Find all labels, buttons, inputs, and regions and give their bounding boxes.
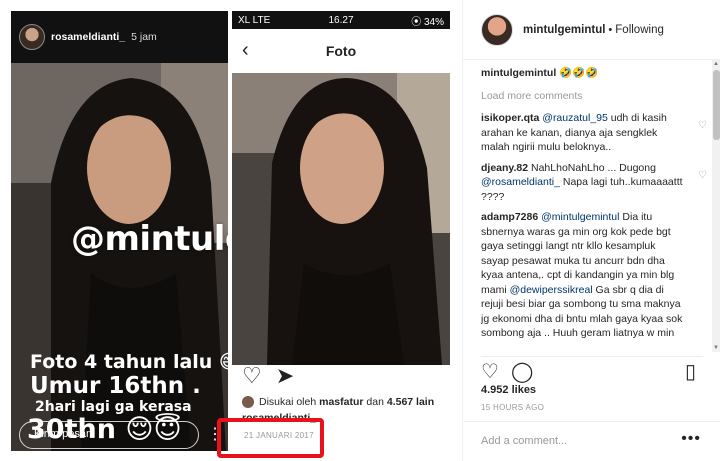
page-title: Foto: [325, 43, 357, 59]
avatar[interactable]: [19, 24, 45, 50]
more-options-icon[interactable]: •••: [681, 430, 701, 448]
separator-dot: •: [608, 23, 613, 36]
comment-user[interactable]: djeany.82: [481, 162, 528, 174]
caption-user[interactable]: mintulgemintul: [481, 67, 556, 79]
following-button[interactable]: Following: [615, 24, 664, 36]
liked-prefix: Disukai oleh: [259, 396, 317, 408]
comment-mention[interactable]: @dewiperssikreal: [510, 284, 593, 296]
avatar: [242, 396, 254, 408]
post-actions: ♡ ➤: [242, 363, 294, 389]
heart-icon[interactable]: ♡: [481, 359, 499, 384]
post-detail-panel: mintulgemintul • Following mintulgemintu…: [462, 0, 720, 461]
scrollbar-thumb[interactable]: [713, 70, 720, 140]
post-header: mintulgemintul • Following: [463, 0, 720, 60]
post-timestamp: 15 HOURS AGO: [481, 403, 545, 412]
story-overlay-text: @mintulgemintul: [71, 219, 228, 259]
comments-list: mintulgemintul 🤣🤣🤣 Load more comments is…: [481, 66, 707, 354]
post-action-bar: ♡ ◯ ▯: [481, 356, 703, 383]
story-caption-line: Foto 4 tahun lalu 😅: [30, 351, 228, 373]
heart-icon[interactable]: ♡: [242, 363, 262, 389]
comment-text: NahLhoNahLho ... Dugong: [528, 161, 656, 174]
comment-user[interactable]: isikoper.qta: [481, 112, 539, 124]
comment-item: adamp7286 @mintulgemintul Dia itu sbnern…: [481, 210, 707, 341]
scroll-down-icon[interactable]: ▼: [713, 345, 719, 351]
heart-icon[interactable]: ♡: [698, 119, 707, 134]
liked-count[interactable]: 4.567 lain: [387, 396, 434, 408]
comment-item: isikoper.qta @rauzatul_95 udh di kasih a…: [481, 111, 707, 155]
battery-indicator: ⦿ 34%: [411, 16, 445, 28]
load-more-comments-link[interactable]: Load more comments: [481, 89, 707, 104]
story-timestamp: 5 jam: [131, 31, 157, 43]
date-highlight-box: [217, 418, 324, 458]
comment-user[interactable]: adamp7286: [481, 211, 538, 223]
add-comment-bar: Add a comment... •••: [463, 421, 720, 461]
avatar[interactable]: [481, 13, 513, 46]
carrier-label: XL LTE: [238, 14, 271, 26]
add-comment-input[interactable]: Add a comment...: [481, 435, 567, 447]
liked-mid: dan: [366, 396, 384, 408]
post-author[interactable]: mintulgemintul: [523, 24, 605, 36]
nav-bar: ‹ Foto: [232, 29, 450, 73]
story-header: rosameldianti_ 5 jam: [11, 11, 228, 63]
story-caption-line: 2hari lagi ga kerasa: [35, 399, 192, 415]
comment-icon[interactable]: ◯: [511, 359, 533, 384]
clock: 16.27: [328, 14, 354, 26]
post-photo: [232, 73, 450, 365]
likes-count[interactable]: 4.952 likes: [481, 384, 536, 396]
phone-screenshot: XL LTE 16.27 ⦿ 34% ‹ Foto ♡ ➤ Disukai ol…: [232, 11, 450, 456]
comment-item: djeany.82 NahLhoNahLho ... Dugong @rosam…: [481, 161, 707, 205]
story-caption-line: Umur 16thn .: [30, 373, 201, 399]
status-bar: XL LTE 16.27 ⦿ 34%: [232, 11, 450, 29]
comments-scrollbar[interactable]: ▲ ▼: [712, 60, 720, 352]
story-screenshot: rosameldianti_ 5 jam @mintulgemintul Fot…: [11, 11, 228, 451]
story-username[interactable]: rosameldianti_: [51, 31, 125, 43]
send-icon[interactable]: ➤: [276, 363, 294, 389]
comment-mention[interactable]: @mintulgemintul: [541, 211, 619, 223]
back-arrow-icon[interactable]: ‹: [242, 39, 249, 62]
caption-text: 🤣🤣🤣: [559, 67, 599, 79]
scroll-up-icon[interactable]: ▲: [713, 61, 719, 67]
heart-icon[interactable]: ♡: [698, 169, 707, 184]
liked-by-line: Disukai oleh masfatur dan 4.567 lain: [242, 396, 434, 408]
caption: mintulgemintul 🤣🤣🤣: [481, 66, 707, 81]
liked-user[interactable]: masfatur: [319, 396, 363, 408]
comment-mention[interactable]: @rosameldianti_: [481, 176, 560, 188]
story-caption-line: 30thn 😌😇: [27, 414, 182, 445]
bookmark-icon[interactable]: ▯: [685, 359, 696, 384]
comment-mention[interactable]: @rauzatul_95: [542, 112, 608, 124]
